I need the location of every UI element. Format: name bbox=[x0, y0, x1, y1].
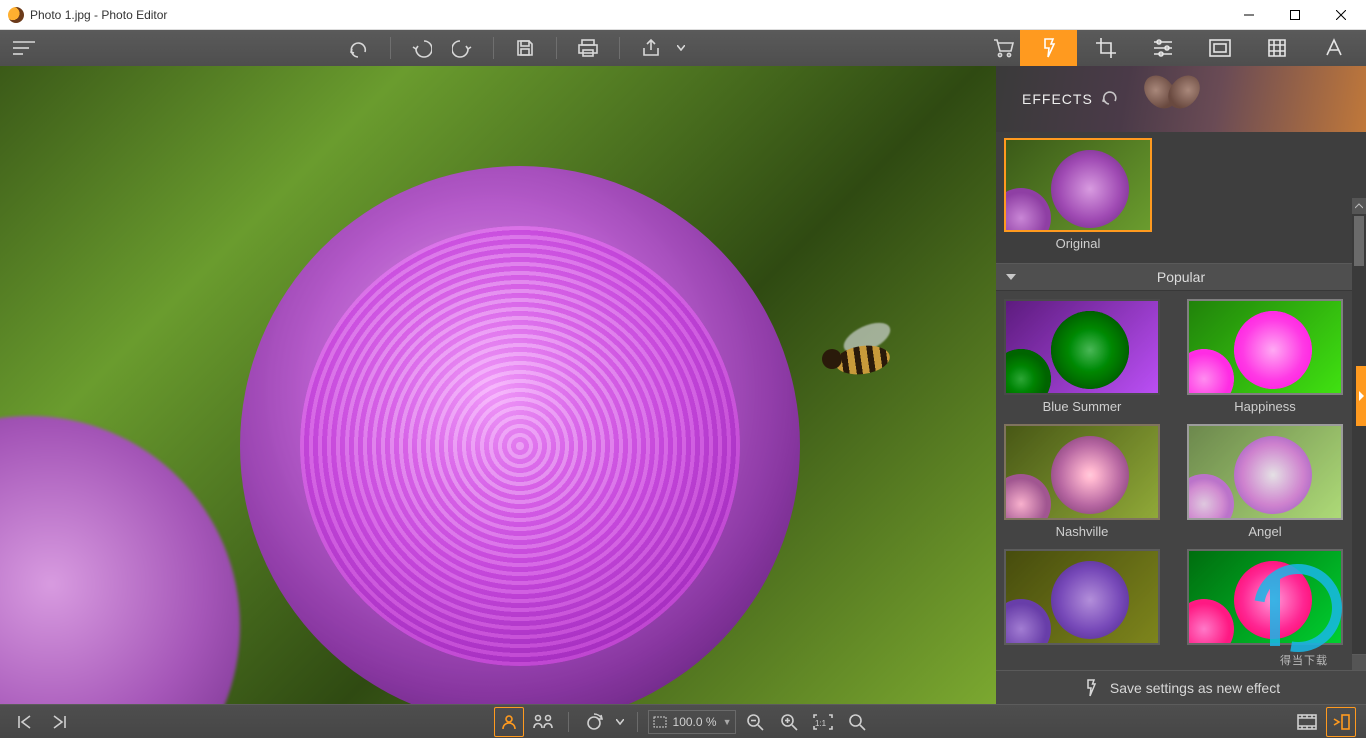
undo-step-button[interactable] bbox=[405, 30, 439, 66]
effect-preset-5[interactable] bbox=[1004, 549, 1160, 653]
history-group bbox=[342, 30, 688, 66]
panel-scrollbar[interactable] bbox=[1352, 198, 1366, 670]
tab-text[interactable] bbox=[1305, 30, 1362, 66]
window-title: Photo 1.jpg - Photo Editor bbox=[30, 8, 167, 22]
divider bbox=[637, 712, 638, 732]
share-button[interactable] bbox=[634, 30, 668, 66]
chevron-down-icon: ▼ bbox=[723, 717, 732, 727]
effect-preset-6[interactable] bbox=[1187, 549, 1343, 653]
app-logo-icon bbox=[8, 7, 24, 23]
divider bbox=[568, 712, 569, 732]
scroll-up-button[interactable] bbox=[1352, 198, 1366, 214]
tab-effects[interactable] bbox=[1020, 30, 1077, 66]
effect-blue-summer[interactable]: Blue Summer bbox=[1004, 299, 1160, 418]
scroll-thumb[interactable] bbox=[1354, 216, 1364, 266]
effect-original-label: Original bbox=[1004, 232, 1152, 255]
divider bbox=[619, 37, 620, 59]
divider bbox=[390, 37, 391, 59]
filmstrip-button[interactable] bbox=[1292, 707, 1322, 737]
redo-step-button[interactable] bbox=[445, 30, 479, 66]
save-button[interactable] bbox=[508, 30, 542, 66]
panel-header: EFFECTS bbox=[996, 66, 1366, 132]
main-area: EFFECTS Original Popular Blue Summer Hap… bbox=[0, 66, 1366, 704]
prev-image-button[interactable] bbox=[10, 707, 40, 737]
save-effect-label: Save settings as new effect bbox=[1110, 680, 1280, 696]
effect-label: Angel bbox=[1187, 520, 1343, 543]
divider bbox=[493, 37, 494, 59]
zoom-value: 100.0 % bbox=[673, 715, 717, 729]
collapse-triangle-icon bbox=[1006, 274, 1016, 280]
effect-label bbox=[1004, 645, 1160, 653]
print-button[interactable] bbox=[571, 30, 605, 66]
effect-label: Nashville bbox=[1004, 520, 1160, 543]
cart-button[interactable] bbox=[986, 30, 1020, 66]
effect-angel[interactable]: Angel bbox=[1187, 424, 1343, 543]
zoom-display[interactable]: 100.0 % ▼ bbox=[648, 710, 737, 734]
next-image-button[interactable] bbox=[44, 707, 74, 737]
effect-happiness[interactable]: Happiness bbox=[1187, 299, 1343, 418]
reset-effects-icon[interactable] bbox=[1101, 89, 1119, 110]
zoom-out-button[interactable] bbox=[740, 707, 770, 737]
effects-grid: Blue Summer Happiness Nashville Angel bbox=[996, 291, 1366, 670]
rotate-dropdown-button[interactable] bbox=[613, 707, 627, 737]
view-single-button[interactable] bbox=[494, 707, 524, 737]
panel-header-label: EFFECTS bbox=[1022, 91, 1093, 107]
effects-panel: EFFECTS Original Popular Blue Summer Hap… bbox=[996, 66, 1366, 704]
view-compare-button[interactable] bbox=[528, 707, 558, 737]
rotate-button[interactable] bbox=[579, 707, 609, 737]
tool-tabs bbox=[1020, 30, 1362, 66]
tab-texture[interactable] bbox=[1248, 30, 1305, 66]
window-titlebar: Photo 1.jpg - Photo Editor bbox=[0, 0, 1366, 30]
original-row: Original bbox=[996, 132, 1366, 263]
photo-image bbox=[0, 66, 996, 704]
svg-text:1:1: 1:1 bbox=[815, 719, 827, 728]
undo-button[interactable] bbox=[342, 30, 376, 66]
butterfly-decoration-icon bbox=[1146, 74, 1206, 120]
effect-original[interactable] bbox=[1004, 138, 1152, 232]
panel-expand-handle[interactable] bbox=[1356, 366, 1366, 426]
effect-label bbox=[1187, 645, 1343, 653]
window-close-button[interactable] bbox=[1318, 0, 1364, 30]
scroll-down-button[interactable] bbox=[1352, 654, 1366, 670]
zoom-fit-button[interactable] bbox=[842, 707, 872, 737]
tab-frame[interactable] bbox=[1191, 30, 1248, 66]
save-effect-button[interactable]: Save settings as new effect bbox=[996, 670, 1366, 704]
divider bbox=[556, 37, 557, 59]
menu-button[interactable] bbox=[4, 30, 44, 66]
bottom-toolbar: 100.0 % ▼ 1:1 bbox=[0, 704, 1366, 738]
effect-nashville[interactable]: Nashville bbox=[1004, 424, 1160, 543]
tab-adjust[interactable] bbox=[1134, 30, 1191, 66]
window-maximize-button[interactable] bbox=[1272, 0, 1318, 30]
category-label: Popular bbox=[1157, 269, 1205, 285]
panel-toggle-button[interactable] bbox=[1326, 707, 1356, 737]
window-minimize-button[interactable] bbox=[1226, 0, 1272, 30]
share-dropdown-button[interactable] bbox=[674, 30, 688, 66]
tab-crop[interactable] bbox=[1077, 30, 1134, 66]
effect-label: Blue Summer bbox=[1004, 395, 1160, 418]
zoom-100-button[interactable]: 1:1 bbox=[808, 707, 838, 737]
image-canvas[interactable] bbox=[0, 66, 996, 704]
top-toolbar bbox=[0, 30, 1366, 66]
category-header[interactable]: Popular bbox=[996, 263, 1366, 291]
effect-label: Happiness bbox=[1187, 395, 1343, 418]
zoom-in-button[interactable] bbox=[774, 707, 804, 737]
